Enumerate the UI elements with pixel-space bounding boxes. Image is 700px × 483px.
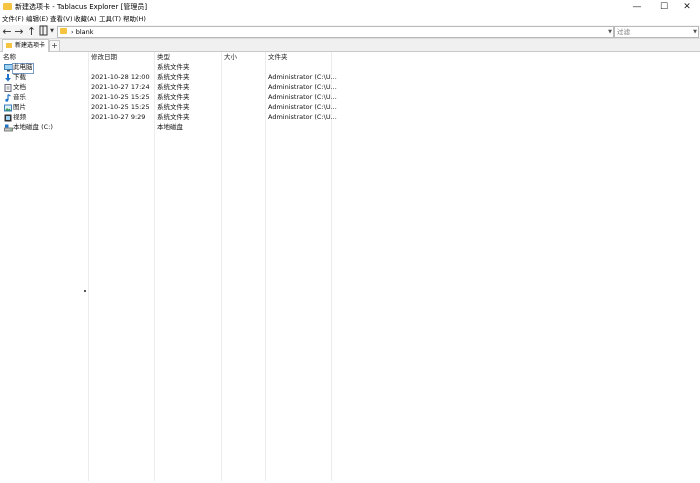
- close-button[interactable]: ✕: [674, 0, 700, 14]
- filter-dropdown-icon[interactable]: ▼: [693, 27, 697, 37]
- tab-new[interactable]: 新建选项卡: [2, 39, 49, 52]
- item-type: 本地磁盘: [157, 123, 183, 131]
- music-icon: [4, 93, 12, 102]
- menu-bar: 文件(F) 编辑(E) 查看(V) 收藏(A) 工具(T) 帮助(H): [0, 14, 700, 25]
- back-button[interactable]: ←: [1, 25, 13, 38]
- address-dropdown-icon[interactable]: ▼: [608, 27, 612, 37]
- document-icon: [4, 84, 12, 92]
- cursor-marker: [84, 290, 86, 292]
- menu-help[interactable]: 帮助(H): [123, 15, 146, 24]
- item-name: 本地磁盘 (C:): [13, 123, 53, 131]
- address-folder-icon: [60, 28, 67, 34]
- item-folder: Administrator (C:\U...: [268, 103, 337, 111]
- title-bar: 新建选项卡 - Tablacus Explorer [管理员] — ☐ ✕: [0, 0, 700, 14]
- toolbar-dropdown-button[interactable]: ▼: [49, 25, 55, 38]
- item-type: 系统文件夹: [157, 73, 190, 81]
- tab-label: 新建选项卡: [15, 42, 46, 49]
- column-header-date[interactable]: 修改日期: [91, 53, 117, 62]
- up-button[interactable]: ↑: [26, 25, 37, 38]
- toolbar: ← → ↑ ▼ › blank ▼ 过滤 ▼: [0, 25, 700, 39]
- this-pc-icon: [4, 64, 13, 72]
- column-divider: [154, 52, 155, 481]
- menu-edit[interactable]: 编辑(E): [26, 15, 48, 24]
- picture-icon: [4, 104, 12, 112]
- window-title: 新建选项卡 - Tablacus Explorer [管理员]: [15, 3, 148, 11]
- item-type: 系统文件夹: [157, 103, 190, 111]
- item-type: 系统文件夹: [157, 93, 190, 101]
- item-date: 2021-10-25 15:25: [91, 93, 150, 101]
- column-header-size[interactable]: 大小: [224, 53, 237, 62]
- item-folder: Administrator (C:\U...: [268, 73, 337, 81]
- item-date: 2021-10-27 17:24: [91, 83, 150, 91]
- minimize-button[interactable]: —: [624, 0, 650, 14]
- item-name: 文档: [13, 83, 26, 91]
- filter-placeholder: 过滤: [617, 28, 630, 36]
- item-type: 系统文件夹: [157, 113, 190, 121]
- item-name: 音乐: [13, 93, 26, 101]
- column-divider: [221, 52, 222, 481]
- item-date: 2021-10-25 15:25: [91, 103, 150, 111]
- forward-button[interactable]: →: [13, 25, 25, 38]
- tab-bar: 新建选项卡 +: [0, 39, 700, 52]
- column-header-folder[interactable]: 文件夹: [268, 53, 288, 62]
- menu-favorites[interactable]: 收藏(A): [74, 15, 97, 24]
- item-type: 系统文件夹: [157, 63, 190, 71]
- drive-icon: [4, 124, 13, 132]
- column-divider: [265, 52, 266, 481]
- address-bar[interactable]: › blank ▼: [57, 26, 614, 38]
- panel-icon: [39, 25, 47, 36]
- download-icon: [4, 74, 12, 82]
- column-header-name[interactable]: 名称: [3, 53, 16, 62]
- menu-tools[interactable]: 工具(T): [99, 15, 121, 24]
- column-header-type[interactable]: 类型: [157, 53, 170, 62]
- filter-input[interactable]: 过滤 ▼: [614, 26, 699, 38]
- menu-file[interactable]: 文件(F): [2, 15, 24, 24]
- item-folder: Administrator (C:\U...: [268, 113, 337, 121]
- menu-view[interactable]: 查看(V): [50, 15, 73, 24]
- address-text: › blank: [71, 28, 94, 36]
- video-icon: [4, 114, 12, 122]
- app-folder-icon: [3, 3, 12, 10]
- item-date: 2021-10-27 9:29: [91, 113, 146, 121]
- file-list[interactable]: 名称 修改日期 类型 大小 文件夹 此电脑 系统文件夹 下载 2021-10-2…: [0, 52, 700, 483]
- item-name: 图片: [13, 103, 26, 111]
- item-name: 此电脑: [13, 63, 33, 71]
- item-type: 系统文件夹: [157, 83, 190, 91]
- item-folder: Administrator (C:\U...: [268, 83, 337, 91]
- item-name: 视频: [13, 113, 26, 121]
- tab-folder-icon: [6, 43, 12, 48]
- item-name: 下载: [13, 73, 26, 81]
- panel-toggle-button[interactable]: [38, 25, 48, 38]
- item-folder: Administrator (C:\U...: [268, 93, 337, 101]
- item-date: 2021-10-28 12:00: [91, 73, 150, 81]
- column-divider: [88, 52, 89, 481]
- add-tab-button[interactable]: +: [49, 40, 60, 52]
